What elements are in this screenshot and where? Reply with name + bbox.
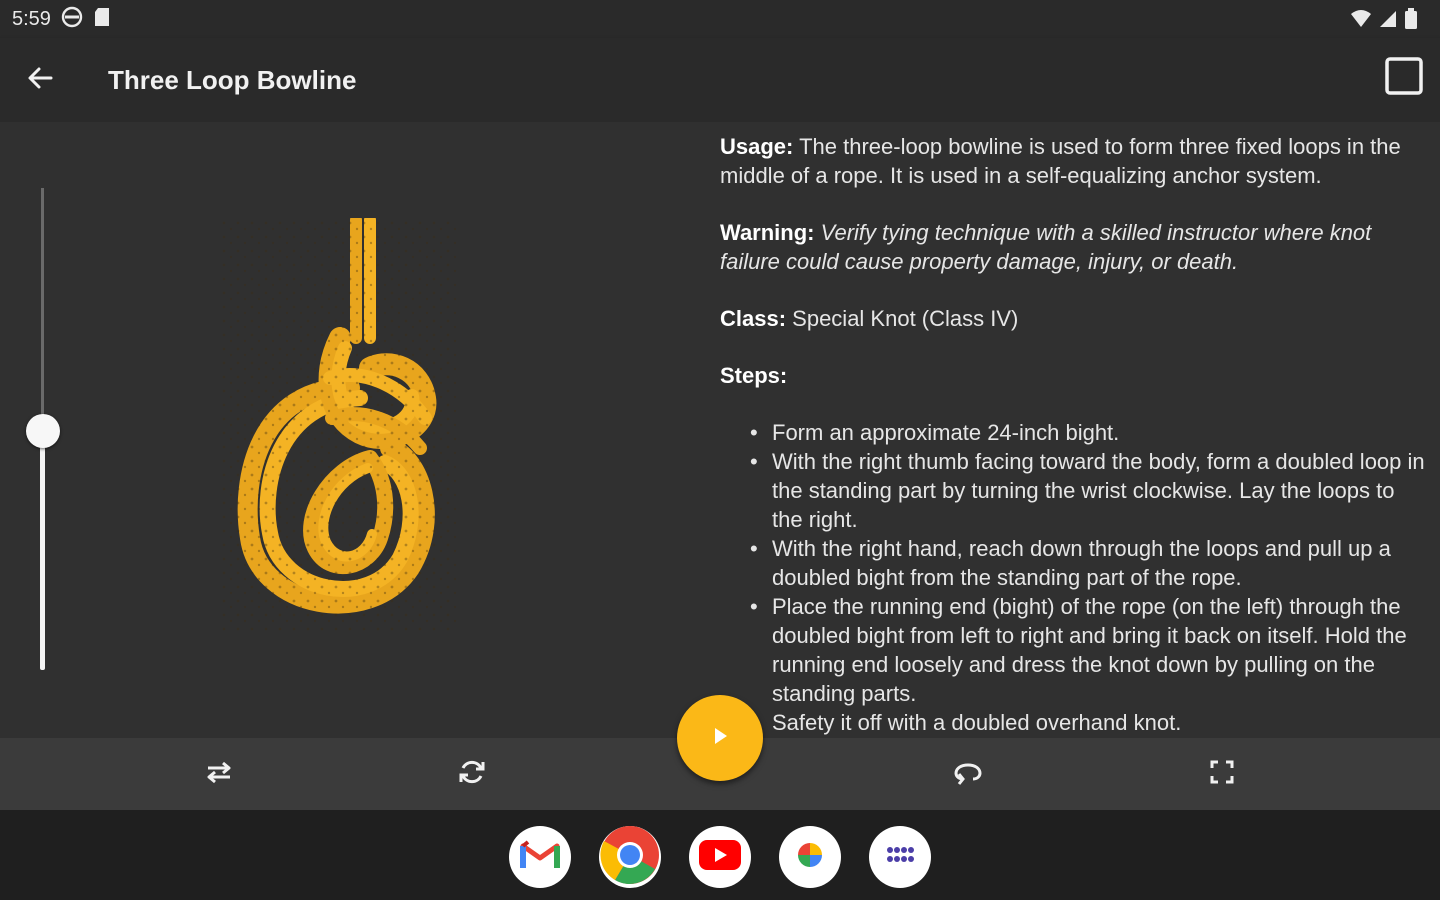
- list-item: With the right hand, reach down through …: [750, 534, 1430, 592]
- warning-paragraph: Warning: Verify tying technique with a s…: [720, 218, 1430, 276]
- rotate-icon: [457, 757, 487, 792]
- back-button[interactable]: [0, 38, 80, 122]
- sd-card-icon: [93, 6, 111, 33]
- photos-icon: [790, 835, 830, 880]
- warning-text: Verify tying technique with a skilled in…: [720, 220, 1372, 274]
- app-dock: [0, 810, 1440, 900]
- app-drawer-icon: [885, 845, 915, 870]
- class-label: Class:: [720, 306, 787, 331]
- play-button[interactable]: [677, 695, 763, 781]
- chrome-app[interactable]: [599, 825, 661, 890]
- steps-label: Steps:: [720, 363, 788, 388]
- status-bar: 5:59: [0, 0, 1440, 38]
- status-time: 5:59: [12, 7, 51, 30]
- chrome-icon: [600, 825, 660, 890]
- gmail-icon: [520, 839, 560, 875]
- slider-track-active: [40, 430, 45, 670]
- class-paragraph: Class: Special Knot (Class IV): [720, 304, 1430, 333]
- class-text: Special Knot (Class IV): [786, 306, 1019, 331]
- wifi-icon: [1350, 9, 1372, 34]
- usage-paragraph: Usage: The three-loop bowline is used to…: [720, 132, 1430, 190]
- main-content: Usage: The three-loop bowline is used to…: [0, 122, 1440, 738]
- page-title: Three Loop Bowline: [108, 64, 357, 95]
- speed-slider[interactable]: [26, 188, 60, 670]
- signal-icon: [1378, 9, 1398, 34]
- slider-thumb[interactable]: [26, 414, 60, 448]
- steps-heading: Steps:: [720, 361, 1430, 390]
- list-item: Form an approximate 24-inch bight.: [750, 418, 1430, 447]
- swap-button[interactable]: [201, 756, 237, 792]
- play-icon: [710, 726, 730, 751]
- toggle-view-button[interactable]: [1384, 56, 1424, 101]
- steps-list: Form an approximate 24-inch bight. With …: [720, 418, 1430, 737]
- knot-info: Usage: The three-loop bowline is used to…: [720, 132, 1430, 737]
- youtube-icon: [699, 839, 741, 875]
- warning-label: Warning:: [720, 220, 815, 245]
- app-bar: Three Loop Bowline: [0, 38, 1440, 122]
- vpn-icon: [61, 6, 83, 33]
- knot-illustration: [220, 214, 460, 632]
- usage-text: The three-loop bowline is used to form t…: [720, 134, 1401, 188]
- battery-icon: [1404, 8, 1418, 35]
- list-item: Place the running end (bight) of the rop…: [750, 592, 1430, 708]
- loop-button[interactable]: [950, 756, 986, 792]
- swap-icon: [204, 759, 234, 790]
- list-item: With the right thumb facing toward the b…: [750, 447, 1430, 534]
- slider-track-inactive: [41, 188, 44, 430]
- arrow-back-icon: [25, 63, 55, 98]
- youtube-app[interactable]: [689, 826, 751, 888]
- fullscreen-icon: [1209, 759, 1235, 790]
- usage-label: Usage:: [720, 134, 794, 159]
- square-icon: [1384, 56, 1424, 101]
- fullscreen-button[interactable]: [1204, 756, 1240, 792]
- gmail-app[interactable]: [509, 826, 571, 888]
- photos-app[interactable]: [779, 826, 841, 888]
- loop-icon: [951, 759, 985, 790]
- app-drawer[interactable]: [869, 826, 931, 888]
- list-item: Safety it off with a doubled overhand kn…: [750, 708, 1430, 737]
- rotate-button[interactable]: [454, 756, 490, 792]
